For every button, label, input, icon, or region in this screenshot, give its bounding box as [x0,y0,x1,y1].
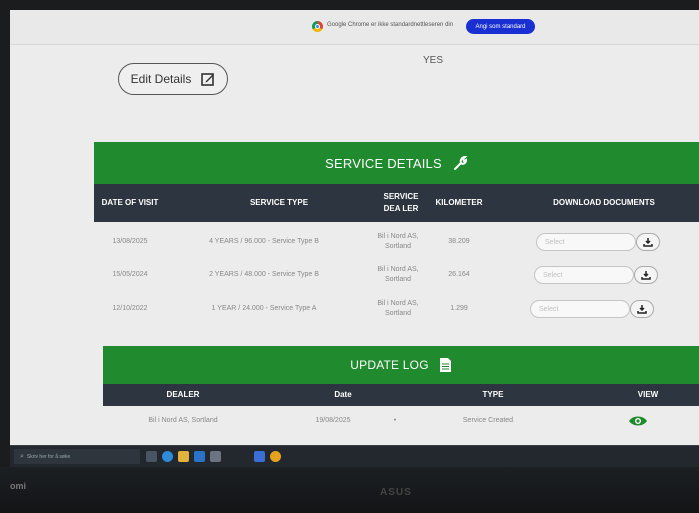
document-select[interactable]: Select [534,266,634,284]
default-browser-message: Google Chrome er ikke standardnettlesere… [327,22,454,28]
download-icon [641,271,651,280]
download-button[interactable] [636,233,660,251]
col-date-of-visit: DATE OF VISIT [101,198,159,207]
log-marker: • [393,417,397,424]
kilometer: 38.209 [448,238,470,245]
update-log-row: Bil i Nord AS, Sortland 19/08/2025 • Ser… [103,408,699,434]
col-dealer: DEALER [166,390,200,399]
download-button[interactable] [634,266,658,284]
update-log-title-bar: UPDATE LOG [103,346,699,384]
app-icon[interactable] [210,451,221,462]
log-type: Service Created [462,417,514,424]
edit-details-button[interactable]: Edit Details [118,63,228,95]
chrome-taskbar-icon[interactable] [270,451,281,462]
col-service-type: SERVICE TYPE [249,198,309,207]
col-type: TYPE [482,390,504,399]
service-row: 13/08/2025 4 YEARS / 96.000 - Service Ty… [94,224,699,260]
monitor-bezel: omi ASUS [0,467,699,513]
service-type: 2 YEARS / 48.000 - Service Type B [209,271,319,278]
monitor-screen: Google Chrome er ikke standardnettlesere… [10,10,699,456]
taskbar: ⌕ Skriv her for å søke [10,445,699,468]
bezel-text: omi [10,481,27,491]
file-explorer-icon[interactable] [178,451,189,462]
log-date: 19/08/2025 [315,417,351,424]
monitor-logo: ASUS [380,487,412,498]
col-service-dealer: SERVICE DEA LER [383,192,419,213]
kilometer: 1.299 [450,305,468,312]
eye-icon [629,416,647,426]
service-details-title-bar: SERVICE DETAILS [94,142,699,184]
update-log-header: DEALER Date TYPE VIEW [103,384,699,406]
document-icon [439,358,451,372]
document-select[interactable]: Select [536,233,636,251]
edge-icon[interactable] [162,451,173,462]
document-select[interactable]: Select [530,300,630,318]
log-dealer: Bil i Nord AS, Sortland [148,417,218,424]
browser-notification-bar: Google Chrome er ikke standardnettlesere… [10,10,699,45]
kilometer: 26.164 [448,271,470,278]
service-dealer: Bil i Nord AS, Sortland [377,300,419,317]
service-dealer: Bil i Nord AS, Sortland [377,233,419,250]
service-type: 1 YEAR / 24.000 - Service Type A [211,305,317,312]
visit-date: 12/10/2022 [112,305,148,312]
col-date: Date [334,390,352,399]
store-icon[interactable] [194,451,205,462]
download-button[interactable] [630,300,654,318]
search-icon: ⌕ [20,452,24,460]
col-view: VIEW [637,390,659,399]
edit-square-icon [201,73,215,86]
edit-details-label: Edit Details [130,72,192,86]
wrench-icon [453,155,468,170]
download-icon [643,238,653,247]
view-button[interactable] [623,408,653,434]
task-view-icon[interactable] [146,451,157,462]
field-value-yes: YES [423,55,444,66]
visit-date: 13/08/2025 [112,238,148,245]
download-icon [637,305,647,314]
service-details-title: SERVICE DETAILS [325,155,442,171]
col-download-documents: DOWNLOAD DOCUMENTS [553,198,655,207]
app-icon[interactable] [254,451,265,462]
service-type: 4 YEARS / 96.000 - Service Type B [209,238,319,245]
service-row: 15/05/2024 2 YEARS / 48.000 - Service Ty… [94,257,699,293]
chrome-logo-icon [312,21,323,32]
visit-date: 15/05/2024 [112,271,148,278]
service-table-header: DATE OF VISIT SERVICE TYPE SERVICE DEA L… [94,184,699,222]
service-row: 12/10/2022 1 YEAR / 24.000 - Service Typ… [94,291,699,327]
col-kilometer: KILOMETER [435,198,483,207]
taskbar-search-placeholder: Skriv her for å søke [26,453,71,460]
set-default-button[interactable]: Angi som standard [466,19,535,34]
taskbar-search[interactable]: ⌕ Skriv her for å søke [14,449,140,464]
update-log-title: UPDATE LOG [350,358,429,372]
service-dealer: Bil i Nord AS, Sortland [377,266,419,283]
